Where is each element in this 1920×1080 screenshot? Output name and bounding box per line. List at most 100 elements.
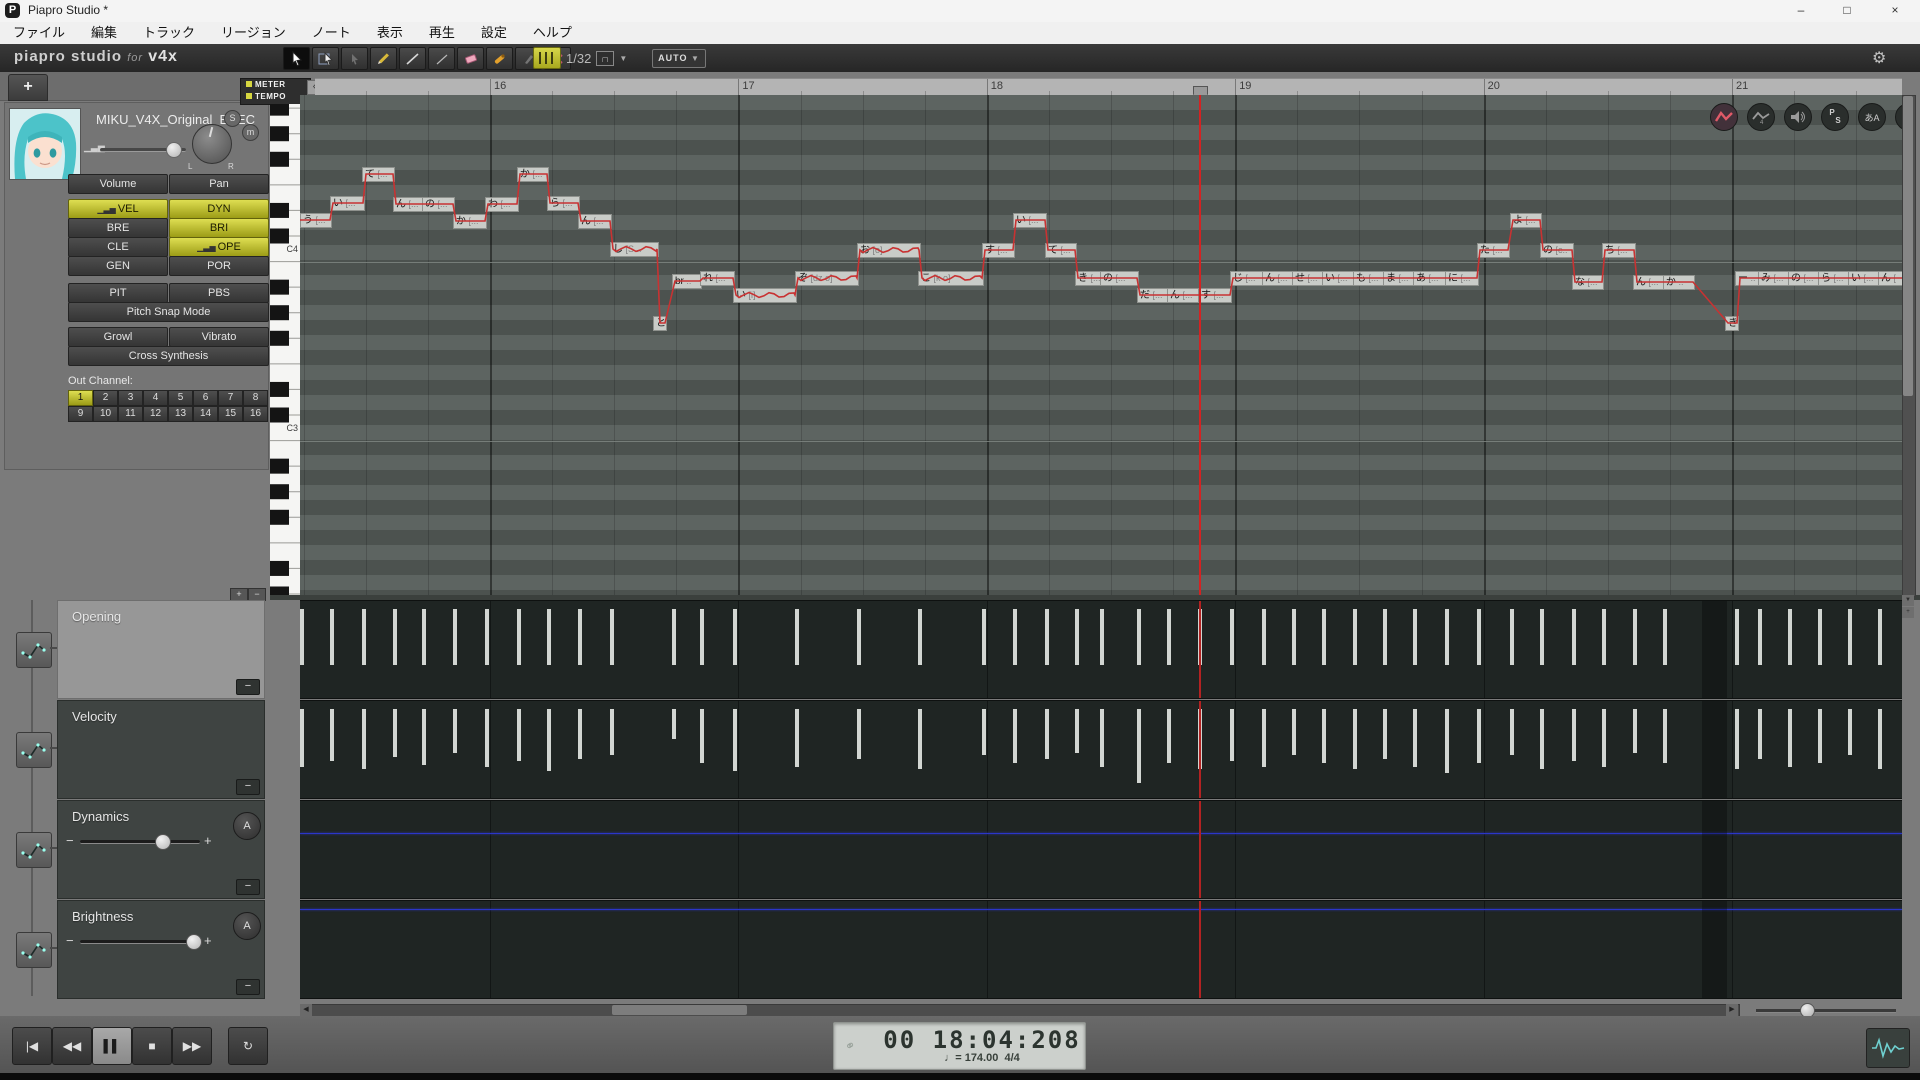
menu-item[interactable]: ヘルプ (520, 22, 585, 44)
line-tool[interactable] (399, 47, 426, 70)
lane-content-opening[interactable] (300, 600, 1902, 699)
param-button-ope[interactable]: ▁▃▅OPE (169, 237, 269, 257)
glue-tool[interactable] (486, 47, 513, 70)
pointer-region-tool[interactable] (312, 47, 339, 70)
gear-icon[interactable]: ⚙ (1872, 48, 1886, 68)
out-channel-9[interactable]: 9 (68, 406, 93, 422)
curve-tool[interactable] (428, 47, 455, 70)
lane-panel-dynamics[interactable]: Dynamics−A−+ (57, 800, 265, 899)
waveform-monitor[interactable] (1866, 1028, 1910, 1068)
out-channel-8[interactable]: 8 (243, 390, 268, 406)
miku-avatar[interactable] (9, 108, 81, 180)
out-channel-5[interactable]: 5 (168, 390, 193, 406)
loop-button[interactable]: ↻ (228, 1027, 268, 1065)
arrow-disabled-tool[interactable] (341, 47, 368, 70)
out-channel-11[interactable]: 11 (118, 406, 143, 422)
lane-auto-button[interactable]: A (233, 912, 261, 940)
lane-curve-toggle[interactable] (16, 932, 52, 968)
close-button[interactable]: × (1878, 0, 1912, 21)
pitch-line-icon[interactable] (1710, 103, 1738, 131)
param-button-pbs[interactable]: PBS (169, 283, 269, 303)
fast-forward-button[interactable]: ▶▶ (172, 1027, 212, 1065)
volume-slider-thumb[interactable] (166, 142, 182, 158)
menu-item[interactable]: 編集 (78, 22, 130, 44)
param-button-pit[interactable]: PIT (68, 283, 168, 303)
speaker-icon[interactable] (1784, 103, 1812, 131)
auto-button[interactable]: AUTO ▼ (652, 49, 706, 68)
out-channel-1[interactable]: 1 (68, 390, 93, 406)
lane-collapse-button[interactable]: − (236, 879, 260, 895)
zoom-slider-track[interactable] (1756, 1009, 1896, 1013)
menu-item[interactable]: リージョン (208, 22, 299, 44)
menu-item[interactable]: ファイル (0, 22, 78, 44)
out-channel-6[interactable]: 6 (193, 390, 218, 406)
param-button-vibrato[interactable]: Vibrato (169, 327, 269, 347)
pitch-original-icon[interactable]: 4 (1747, 103, 1775, 131)
out-channel-14[interactable]: 14 (193, 406, 218, 422)
out-channel-16[interactable]: 16 (243, 406, 268, 422)
skip-start-button[interactable]: |◀ (12, 1027, 52, 1065)
menu-item[interactable]: ノート (299, 22, 364, 44)
rewind-button[interactable]: ◀◀ (52, 1027, 92, 1065)
pencil-tool[interactable] (370, 47, 397, 70)
lane-slider-thumb[interactable] (155, 834, 171, 850)
menu-item[interactable]: トラック (130, 22, 208, 44)
out-channel-13[interactable]: 13 (168, 406, 193, 422)
add-track-button[interactable]: + (8, 74, 48, 101)
lane-curve-toggle[interactable] (16, 732, 52, 768)
vertical-scrollbar-thumb[interactable] (1903, 96, 1913, 396)
minimize-button[interactable]: – (1784, 0, 1818, 21)
solo-button[interactable]: S (224, 110, 241, 127)
param-button-growl[interactable]: Growl (68, 327, 168, 347)
measure-ruler[interactable]: 161718192021 (315, 78, 1902, 96)
horizontal-scrollbar-thumb[interactable] (612, 1005, 747, 1015)
param-button-cross-synthesis[interactable]: Cross Synthesis (68, 346, 269, 366)
lane-collapse-button[interactable]: − (236, 979, 260, 995)
lane-panel-brightness[interactable]: Brightness−A−+ (57, 900, 265, 999)
grid-caret-icon[interactable]: ▼ (619, 54, 627, 63)
param-button-bri[interactable]: BRI (169, 218, 269, 238)
param-button-cle[interactable]: CLE (68, 237, 168, 257)
scroll-down-icon[interactable]: ▼ (1902, 595, 1914, 606)
note-length-icon[interactable]: ┌┐ (596, 51, 614, 66)
lane-curve-toggle[interactable] (16, 832, 52, 868)
scroll-right-icon[interactable]: ▶ (1726, 1004, 1738, 1016)
out-channel-4[interactable]: 4 (143, 390, 168, 406)
lane-content-dynamics[interactable] (300, 800, 1902, 899)
menu-item[interactable]: 表示 (364, 22, 416, 44)
lane-collapse-button[interactable]: − (236, 779, 260, 795)
param-button-pan[interactable]: Pan (169, 174, 269, 194)
lane-slider-track[interactable] (80, 840, 200, 844)
lane-curve-toggle[interactable] (16, 632, 52, 668)
lane-panel-velocity[interactable]: Velocity− (57, 700, 265, 799)
param-button-por[interactable]: POR (169, 256, 269, 276)
menu-item[interactable]: 設定 (468, 22, 520, 44)
piano-roll[interactable]: 4 PS あA [a] う [...い [...て [...ん [...の [.… (300, 95, 1902, 595)
param-button-pitch-snap-mode[interactable]: Pitch Snap Mode (68, 302, 269, 322)
out-channel-2[interactable]: 2 (93, 390, 118, 406)
pointer-tool[interactable] (283, 47, 310, 70)
out-channel-7[interactable]: 7 (218, 390, 243, 406)
lane-auto-button[interactable]: A (233, 812, 261, 840)
lane-content-velocity[interactable] (300, 700, 1902, 799)
out-channel-10[interactable]: 10 (93, 406, 118, 422)
eraser-tool[interactable] (457, 47, 484, 70)
param-button-volume[interactable]: Volume (68, 174, 168, 194)
piano-score-icon[interactable]: PS (1821, 103, 1849, 131)
lane-panel-opening[interactable]: Opening− (57, 600, 265, 699)
out-channel-15[interactable]: 15 (218, 406, 243, 422)
maximize-button[interactable]: □ (1830, 0, 1864, 21)
lane-collapse-button[interactable]: − (236, 679, 260, 695)
out-channel-3[interactable]: 3 (118, 390, 143, 406)
kana-display-icon[interactable]: あA (1858, 103, 1886, 131)
mute-button[interactable]: m (242, 124, 259, 141)
grid-snap-icon[interactable] (533, 47, 561, 69)
grid-value[interactable]: 1/32 (566, 51, 591, 66)
param-button-vel[interactable]: ▁▃▅VEL (68, 199, 168, 219)
param-button-gen[interactable]: GEN (68, 256, 168, 276)
stop-button[interactable]: ■ (132, 1027, 172, 1065)
param-button-dyn[interactable]: DYN (169, 199, 269, 219)
out-channel-12[interactable]: 12 (143, 406, 168, 422)
param-button-bre[interactable]: BRE (68, 218, 168, 238)
piano-keyboard[interactable]: C4C3 (270, 104, 301, 595)
